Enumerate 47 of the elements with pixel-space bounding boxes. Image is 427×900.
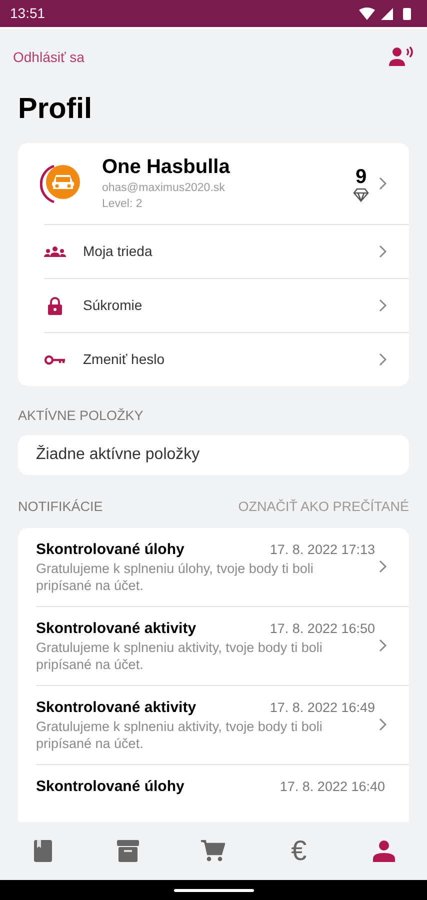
chevron-icon (379, 639, 387, 652)
nav-tab[interactable]: € (278, 831, 319, 871)
notification-title: Skontrolované úlohy (36, 776, 184, 796)
user-level: Level: 2 (102, 197, 144, 212)
status-time: 13:51 (10, 4, 46, 23)
notification-date: 17. 8. 2022 16:40 (280, 778, 385, 796)
logout-link[interactable]: Odhlásiť sa (13, 46, 84, 68)
cart-icon (201, 840, 226, 862)
empty-message: Žiadne aktívne položky (36, 444, 200, 466)
notification-text: Gratulujeme k splneniu aktivity, tvoje body ti boli pripísané na účet. (36, 718, 324, 752)
home-indicator[interactable] (174, 888, 254, 892)
menu-item[interactable]: Súkromie (44, 278, 409, 332)
notification-title: Skontrolované aktivity (36, 618, 196, 638)
archive-icon (117, 840, 140, 862)
notification-item[interactable]: Skontrolované úlohy 17. 8. 2022 17:13 Gratulujeme k splneniu úlohy, tvoje body ti boli pripísané na účet. (36, 528, 409, 606)
notification-date: 17. 8. 2022 16:50 (270, 620, 375, 638)
book-icon (34, 840, 52, 862)
notification-item[interactable]: Skontrolované aktivity 17. 8. 2022 16:50 Gratulujeme k splneniu aktivity, tvoje body ti boli pripísané na účet. (36, 606, 409, 684)
key-icon (44, 354, 66, 366)
points-count: 9 (355, 166, 367, 188)
notification-title: Skontrolované úlohy (36, 540, 184, 560)
user-email: ohas@maximus2020.sk (102, 181, 226, 196)
user-name: One Hasbulla (102, 155, 231, 179)
notification-text: Gratulujeme k splneniu úlohy, tvoje body ti boli pripísané na účet. (36, 560, 314, 594)
section-heading: AKTÍVNE POLOŽKY (18, 407, 144, 425)
chevron-icon (379, 560, 387, 573)
chevron-icon (379, 353, 387, 366)
chevron-icon (379, 177, 387, 190)
profile-row[interactable]: One Hasbulla ohas@maximus2020.sk Level: 2 9 (18, 143, 409, 224)
menu-item[interactable]: Moja trieda (44, 224, 409, 278)
notification-item[interactable]: Skontrolované aktivity 17. 8. 2022 16:49 Gratulujeme k splneniu aktivity, tvoje body ti boli pripísané na účet. (36, 684, 409, 764)
notification-text: Gratulujeme k splneniu aktivity, tvoje body ti boli pripísané na účet. (36, 638, 324, 672)
page-title: Profil (17, 92, 94, 127)
notification-title: Skontrolované aktivity (36, 698, 196, 718)
person-voice-icon[interactable] (388, 46, 414, 68)
notification-date: 17. 8. 2022 16:49 (270, 698, 375, 716)
chevron-icon (379, 718, 387, 731)
notification-date: 17. 8. 2022 17:13 (270, 540, 375, 558)
notification-item[interactable]: Skontrolované úlohy 17. 8. 2022 16:40 (36, 764, 409, 808)
group-icon (44, 246, 66, 258)
menu-item[interactable]: Zmeniť heslo (44, 332, 409, 386)
chevron-icon (379, 299, 387, 312)
person-icon (373, 840, 396, 862)
lock-icon (48, 296, 62, 314)
section-heading: NOTIFIKÁCIE (18, 498, 103, 516)
diamond-icon (353, 188, 369, 202)
chevron-icon (379, 245, 387, 258)
